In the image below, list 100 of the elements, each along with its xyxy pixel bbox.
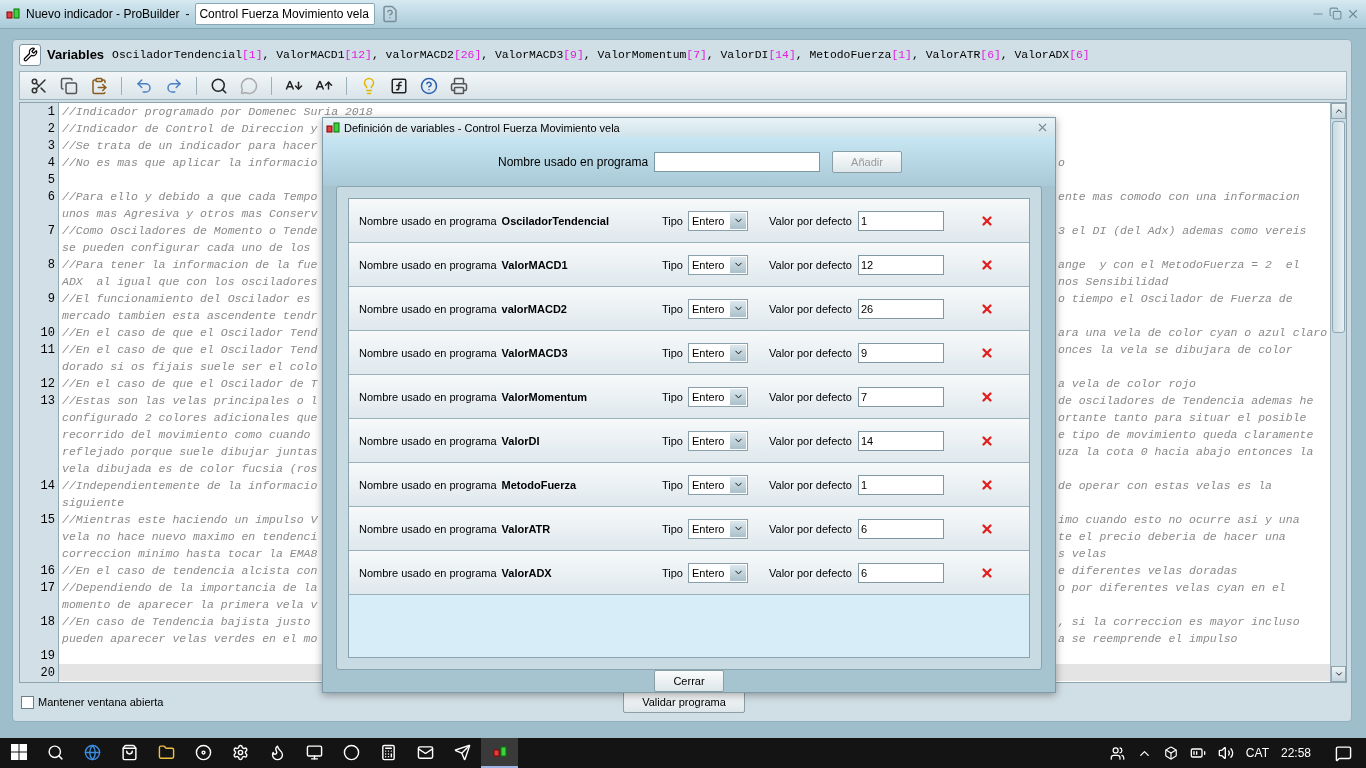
name-label: Nombre usado en programa: [359, 390, 497, 403]
bag-icon[interactable]: [121, 743, 138, 761]
delete-button[interactable]: [979, 389, 994, 404]
code-comment: //Indicador de Control de Direccion y: [62, 121, 319, 138]
line-number: 10: [39, 325, 56, 343]
code-comment: o: [1058, 155, 1065, 172]
line-number: 2: [46, 121, 56, 139]
code-comment: e tipo de movimiento queda claramente: [1058, 427, 1314, 444]
close-icon[interactable]: [1346, 7, 1360, 21]
delete-button[interactable]: [979, 301, 994, 316]
volume-icon[interactable]: [1217, 745, 1234, 761]
default-value-field[interactable]: 9: [857, 342, 944, 363]
code-comment: e diferentes velas doradas: [1058, 563, 1238, 580]
default-value-field[interactable]: 12: [857, 254, 944, 275]
type-select[interactable]: Entero: [688, 474, 748, 495]
dialog-title: Definición de variables - Control Fuerza Movimiento vela: [344, 121, 620, 134]
code-comment: //Para tener la informacion de la fue: [62, 257, 319, 274]
indicator-name-field[interactable]: Control Fuerza Movimiento vela: [195, 3, 376, 25]
restore-icon[interactable]: [1329, 7, 1342, 20]
type-select[interactable]: Entero: [688, 386, 748, 407]
globe-icon[interactable]: [84, 743, 101, 761]
type-select[interactable]: Entero: [688, 298, 748, 319]
close-dialog-button[interactable]: Cerrar: [654, 670, 724, 692]
battery-icon[interactable]: [1189, 745, 1206, 761]
flame-icon[interactable]: [269, 743, 286, 761]
default-label: Valor por defecto: [769, 566, 852, 579]
mail-icon[interactable]: [417, 743, 434, 761]
name-label: Nombre usado en programa: [359, 434, 497, 447]
code-comment: //En el caso de tendencia alcista con: [62, 563, 319, 580]
language-indicator[interactable]: CAT: [1245, 746, 1269, 760]
folder-icon[interactable]: [158, 743, 175, 761]
code-comment: de operar con estas velas es la: [1058, 478, 1272, 495]
validate-button[interactable]: Validar programa: [623, 691, 745, 714]
default-value-field[interactable]: 1: [857, 474, 944, 495]
type-select[interactable]: Entero: [688, 430, 748, 451]
type-select[interactable]: Entero: [688, 210, 748, 231]
type-label: Tipo: [662, 434, 683, 447]
default-value-field[interactable]: 6: [857, 518, 944, 539]
code-comment: //Independientemente de la informacio: [62, 478, 319, 495]
name-label: Nombre usado en programa: [359, 302, 497, 315]
code-comment: unos mas Agresiva y otros mas Conserv: [62, 206, 319, 223]
windows-icon[interactable]: [10, 744, 27, 760]
scrollbar[interactable]: [1330, 103, 1346, 683]
name-label: Nombre usado en programa: [359, 566, 497, 579]
field-label: Nombre usado en programa: [498, 154, 649, 169]
search-icon[interactable]: [47, 743, 64, 761]
circle-icon[interactable]: [343, 743, 360, 761]
type-label: Tipo: [662, 346, 683, 359]
delete-button[interactable]: [979, 521, 994, 536]
line-number: 1: [46, 104, 56, 122]
code-comment: //En caso de Tendencia bajista justo: [62, 614, 312, 631]
clock[interactable]: 22:58: [1280, 746, 1311, 760]
disc-icon[interactable]: [195, 743, 212, 761]
default-value-field[interactable]: 6: [857, 562, 944, 583]
variable-name-field[interactable]: [654, 151, 821, 172]
code-comment: ente mas comodo con una informacion: [1058, 189, 1300, 206]
line-number: 18: [39, 614, 56, 632]
variables-list: OsciladorTendencial[1], ValorMACD1[12], valorMACD2[26], ValorMACD3[9], ValorMomentum[7], ValorDI[14], MetodoFuerza[1], ValorATR[6], ValorADX[6]: [112, 48, 1090, 61]
default-label: Valor por defecto: [769, 214, 852, 227]
type-select[interactable]: Entero: [688, 254, 748, 275]
type-select[interactable]: Entero: [688, 342, 748, 363]
code-comment: //Para ello y debido a que cada Tempo: [62, 189, 319, 206]
variable-name: ValorDI: [501, 434, 540, 447]
code-comment: s velas: [1058, 546, 1107, 563]
default-value-field[interactable]: 7: [857, 386, 944, 407]
delete-button[interactable]: [979, 345, 994, 360]
variable-name: ValorADX: [501, 566, 552, 579]
code-comment: reflejado porque suele dibujar juntas: [62, 444, 319, 461]
variable-name: MetodoFuerza: [501, 478, 577, 491]
default-value-field[interactable]: 26: [857, 298, 944, 319]
checkbox[interactable]: [21, 695, 34, 709]
code-comment: //Dependiendo de la importancia de la: [62, 580, 319, 597]
default-value-field[interactable]: 14: [857, 430, 944, 451]
code-comment: //El funcionamiento del Oscilador es: [62, 291, 312, 308]
delete-button[interactable]: [979, 433, 994, 448]
delete-button[interactable]: [979, 477, 994, 492]
default-value-field[interactable]: 1: [857, 210, 944, 231]
taskbar-app[interactable]: [481, 738, 518, 768]
delete-button[interactable]: [979, 565, 994, 580]
gear-icon[interactable]: [232, 743, 249, 761]
variable-name: ValorMomentum: [501, 390, 588, 403]
type-select[interactable]: Entero: [688, 562, 748, 583]
code-comment: //En el caso de que el Oscilador Tend: [62, 342, 319, 359]
line-number: 4: [46, 155, 56, 173]
monitor-icon[interactable]: [306, 743, 323, 761]
box-icon[interactable]: [1163, 746, 1178, 760]
type-select[interactable]: Entero: [688, 518, 748, 539]
delete-button[interactable]: [979, 213, 994, 228]
delete-button[interactable]: [979, 257, 994, 272]
plane-icon[interactable]: [454, 743, 471, 761]
name-label: Nombre usado en programa: [359, 522, 497, 535]
code-comment: o por diferentes velas cyan en el: [1058, 580, 1286, 597]
help-document-icon[interactable]: [381, 5, 400, 23]
line-number: 3: [46, 138, 56, 156]
people-icon[interactable]: [1109, 745, 1125, 761]
line-number: 11: [39, 342, 56, 360]
code-comment: //No es mas que aplicar la informacio: [62, 155, 319, 172]
app-icon: [326, 120, 340, 135]
calculator-icon[interactable]: [380, 743, 397, 761]
notification-icon[interactable]: [1335, 744, 1352, 762]
